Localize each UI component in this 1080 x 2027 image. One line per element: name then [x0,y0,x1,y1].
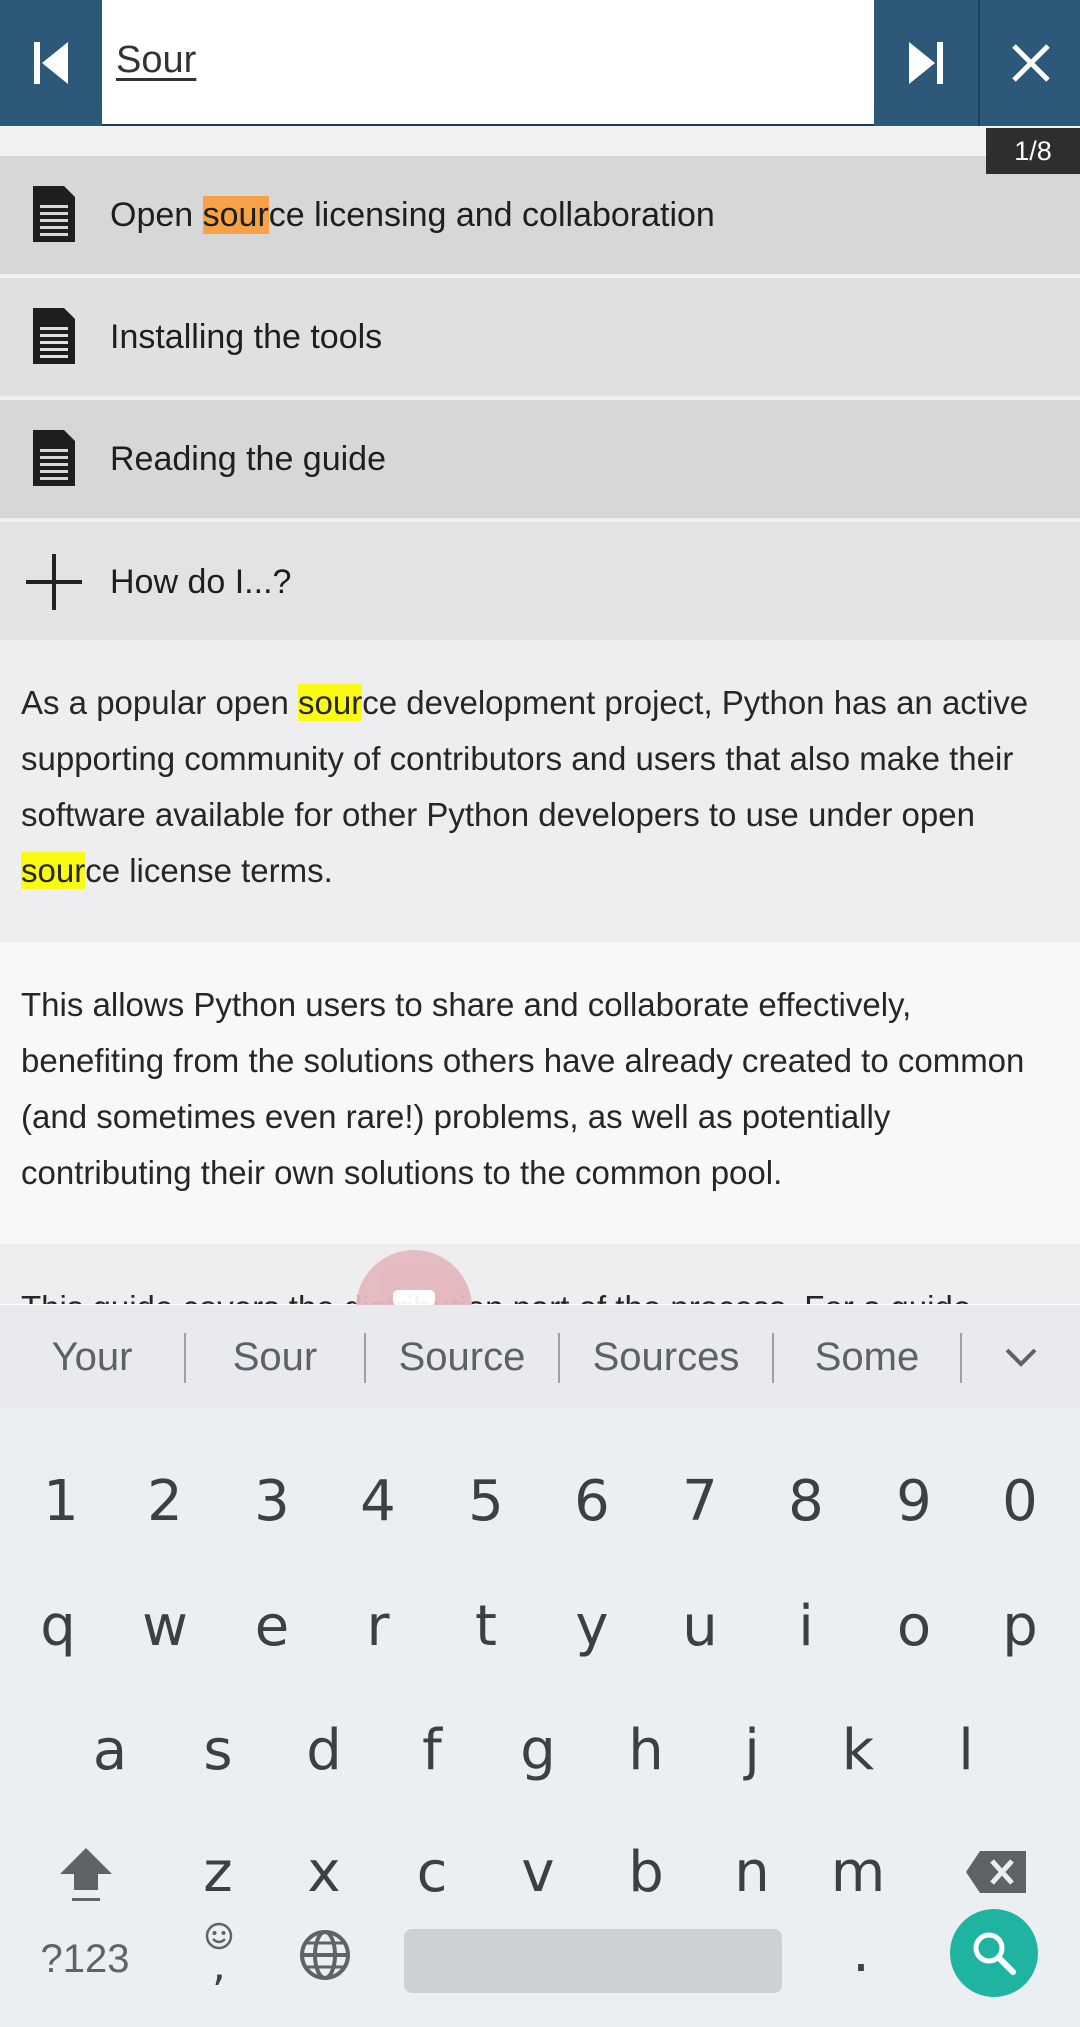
language-key[interactable] [282,1915,368,1995]
chevron-down-icon [1005,1348,1037,1367]
close-find-button[interactable] [978,0,1080,126]
search-icon [973,1932,1016,1975]
find-input[interactable] [116,30,856,90]
key[interactable]: j [706,1707,798,1793]
comma-emoji-key[interactable]: , [176,1909,262,1999]
on-screen-keyboard: 1 2 3 4 5 6 7 8 9 0 q w e r t y u i o p … [0,1409,1080,2027]
key[interactable]: 3 [226,1461,318,1541]
result-item[interactable]: Reading the guide [0,400,1080,520]
key[interactable]: k [812,1707,904,1793]
document-icon [33,430,75,486]
match-highlight: sour [298,684,363,721]
result-item[interactable]: Open source licensing and collaboration [0,156,1080,276]
content-paragraph: This guide covers the distribution part … [0,1244,1080,1304]
key[interactable]: q [12,1583,104,1669]
next-match-button[interactable] [876,0,976,126]
result-label: Reading the guide [110,439,387,478]
key[interactable]: s [172,1707,264,1793]
key[interactable]: 9 [868,1461,960,1541]
key[interactable]: y [546,1583,638,1669]
key[interactable]: z [172,1829,264,1915]
key[interactable]: n [706,1829,798,1915]
key[interactable]: i [760,1583,852,1669]
key[interactable]: 6 [546,1461,638,1541]
key[interactable]: v [492,1829,584,1915]
key[interactable]: m [812,1829,904,1915]
key[interactable]: l [920,1707,1012,1793]
symbols-key[interactable]: ?123 [20,1919,150,1999]
content-paragraph: This allows Python users to share and co… [0,942,1080,1244]
key[interactable]: d [278,1707,370,1793]
suggestion-item[interactable]: Sour [186,1305,364,1409]
key[interactable]: e [226,1583,318,1669]
find-field[interactable] [102,0,874,126]
key[interactable]: u [654,1583,746,1669]
key[interactable]: 4 [332,1461,424,1541]
skip-previous-icon [34,42,68,84]
expand-suggestions-button[interactable] [962,1305,1080,1409]
key[interactable]: w [119,1583,211,1669]
key[interactable]: f [386,1707,478,1793]
key[interactable]: h [600,1707,692,1793]
space-key[interactable] [404,1929,782,1993]
document-icon [33,186,75,242]
key[interactable]: g [492,1707,584,1793]
suggestion-item[interactable]: Some [774,1305,960,1409]
match-highlight: sour [21,852,86,889]
key[interactable]: 1 [15,1461,107,1541]
key[interactable]: t [440,1583,532,1669]
suggestion-strip: Your Sour Source Sources Some [0,1305,1080,1409]
previous-match-button[interactable] [0,0,102,126]
skip-next-icon [909,42,943,84]
key[interactable]: b [600,1829,692,1915]
close-icon [1012,44,1050,82]
result-label: Installing the tools [110,317,383,356]
key[interactable]: o [868,1583,960,1669]
key[interactable]: a [64,1707,156,1793]
key[interactable]: p [974,1583,1066,1669]
key[interactable]: 2 [119,1461,211,1541]
comma-label: , [212,1940,226,1991]
suggestion-item[interactable]: Sources [560,1305,772,1409]
key[interactable]: r [332,1583,424,1669]
current-match-highlight: sour [202,195,269,234]
plus-icon [26,554,82,610]
document-icon [33,308,75,364]
suggestion-item[interactable]: Source [366,1305,558,1409]
suggestion-item[interactable]: Your [0,1305,184,1409]
key[interactable]: 7 [654,1461,746,1541]
key[interactable]: 5 [440,1461,532,1541]
content-paragraph: As a popular open source development pro… [0,640,1080,942]
key[interactable]: c [386,1829,478,1915]
key[interactable]: x [278,1829,370,1915]
minus-icon [393,1290,435,1306]
result-item[interactable]: Installing the tools [0,278,1080,398]
backspace-icon [966,1851,1026,1893]
how-do-i-item[interactable]: How do I...? [0,522,1080,642]
period-key[interactable]: . [818,1907,904,1997]
globe-icon [300,1930,350,1980]
key[interactable]: 8 [760,1461,852,1541]
backspace-key[interactable] [946,1829,1046,1915]
shift-icon [60,1848,112,1901]
shift-key[interactable] [40,1827,132,1917]
result-label: Open source licensing and collaboration [110,195,715,234]
match-counter: 1/8 [986,128,1080,174]
result-label: How do I...? [110,562,292,601]
key[interactable]: 0 [974,1461,1066,1541]
search-key[interactable] [950,1909,1038,1997]
